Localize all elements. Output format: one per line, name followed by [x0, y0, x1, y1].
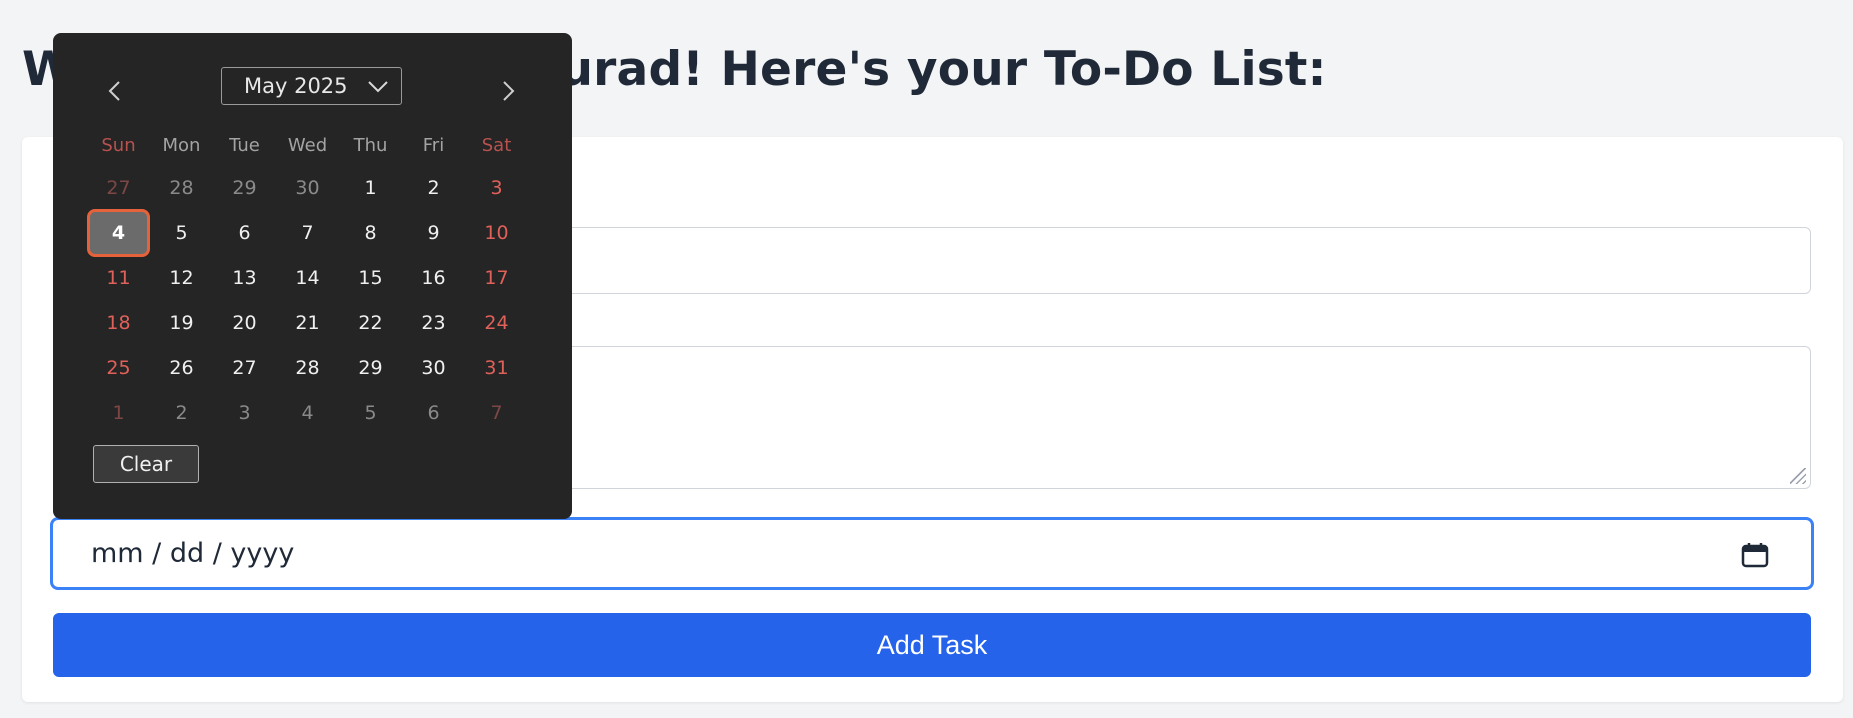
calendar-day[interactable]: 29 [339, 357, 402, 379]
calendar-day[interactable]: 19 [150, 312, 213, 334]
calendar-day[interactable]: 2 [402, 177, 465, 199]
calendar-day[interactable]: 22 [339, 312, 402, 334]
calendar-day-selected[interactable]: 4 [87, 208, 150, 257]
calendar-day[interactable]: 5 [339, 402, 402, 424]
date-placeholder: mm / dd / yyyy [91, 538, 295, 569]
calendar-day[interactable]: 3 [465, 177, 528, 199]
calendar-day[interactable]: 15 [339, 267, 402, 289]
weekday-label: Tue [229, 134, 260, 156]
calendar-week-row: 1 2 3 4 5 6 7 [87, 390, 528, 435]
calendar-day[interactable]: 8 [339, 222, 402, 244]
calendar-week-row: 27 28 29 30 1 2 3 [87, 165, 528, 210]
calendar-day[interactable]: 1 [87, 402, 150, 424]
calendar-day[interactable]: 5 [150, 222, 213, 244]
calendar-day[interactable]: 14 [276, 267, 339, 289]
calendar-day[interactable]: 4 [276, 402, 339, 424]
add-task-button[interactable]: Add Task [53, 613, 1811, 677]
calendar-day[interactable]: 7 [276, 222, 339, 244]
calendar-day[interactable]: 21 [276, 312, 339, 334]
due-date-input[interactable]: mm / dd / yyyy [50, 517, 1814, 590]
calendar-day[interactable]: 27 [87, 177, 150, 199]
chevron-left-icon [108, 81, 120, 101]
clear-date-button[interactable]: Clear [93, 445, 199, 483]
calendar-day[interactable]: 12 [150, 267, 213, 289]
calendar-day[interactable]: 13 [213, 267, 276, 289]
weekday-label: Wed [287, 134, 328, 156]
calendar-day[interactable]: 16 [402, 267, 465, 289]
calendar-day[interactable]: 6 [402, 402, 465, 424]
calendar-day[interactable]: 23 [402, 312, 465, 334]
weekday-label: Fri [422, 134, 445, 156]
weekday-label: Thu [353, 134, 388, 156]
calendar-day[interactable]: 17 [465, 267, 528, 289]
calendar-day[interactable]: 30 [402, 357, 465, 379]
calendar-icon[interactable] [1741, 542, 1769, 568]
month-year-label: May 2025 [244, 74, 348, 98]
calendar-day[interactable]: 6 [213, 222, 276, 244]
calendar-day[interactable]: 28 [276, 357, 339, 379]
calendar-day[interactable]: 2 [150, 402, 213, 424]
calendar-day[interactable]: 28 [150, 177, 213, 199]
calendar-week-row: 11 12 13 14 15 16 17 [87, 255, 528, 300]
chevron-down-icon [368, 81, 388, 93]
selected-day-label: 4 [87, 208, 150, 257]
weekday-header-row: Sun Mon Tue Wed Thu Fri Sat [87, 125, 528, 165]
calendar-day[interactable]: 18 [87, 312, 150, 334]
prev-month-button[interactable] [95, 71, 135, 111]
calendar-day[interactable]: 30 [276, 177, 339, 199]
next-month-button[interactable] [488, 71, 528, 111]
calendar-day[interactable]: 29 [213, 177, 276, 199]
weekday-label: Sun [101, 134, 136, 156]
calendar-day[interactable]: 26 [150, 357, 213, 379]
calendar-day[interactable]: 10 [465, 222, 528, 244]
calendar-day[interactable]: 3 [213, 402, 276, 424]
calendar-grid: Sun Mon Tue Wed Thu Fri Sat 27 28 29 30 … [87, 125, 528, 435]
date-picker-popup: May 2025 Sun Mon Tue Wed Thu Fri Sat 27 … [53, 33, 572, 519]
chevron-right-icon [503, 81, 515, 101]
calendar-day[interactable]: 9 [402, 222, 465, 244]
calendar-day[interactable]: 20 [213, 312, 276, 334]
calendar-day[interactable]: 11 [87, 267, 150, 289]
calendar-day[interactable]: 1 [339, 177, 402, 199]
weekday-label: Mon [162, 134, 201, 156]
calendar-week-row: 18 19 20 21 22 23 24 [87, 300, 528, 345]
calendar-week-row: 25 26 27 28 29 30 31 [87, 345, 528, 390]
calendar-day[interactable]: 24 [465, 312, 528, 334]
calendar-day[interactable]: 25 [87, 357, 150, 379]
month-year-select[interactable]: May 2025 [221, 67, 402, 105]
calendar-week-row: 4 5 6 7 8 9 10 [87, 208, 528, 257]
calendar-day[interactable]: 7 [465, 402, 528, 424]
weekday-label: Sat [481, 134, 512, 156]
calendar-day[interactable]: 31 [465, 357, 528, 379]
calendar-day[interactable]: 27 [213, 357, 276, 379]
resize-handle-icon[interactable] [1790, 468, 1806, 484]
